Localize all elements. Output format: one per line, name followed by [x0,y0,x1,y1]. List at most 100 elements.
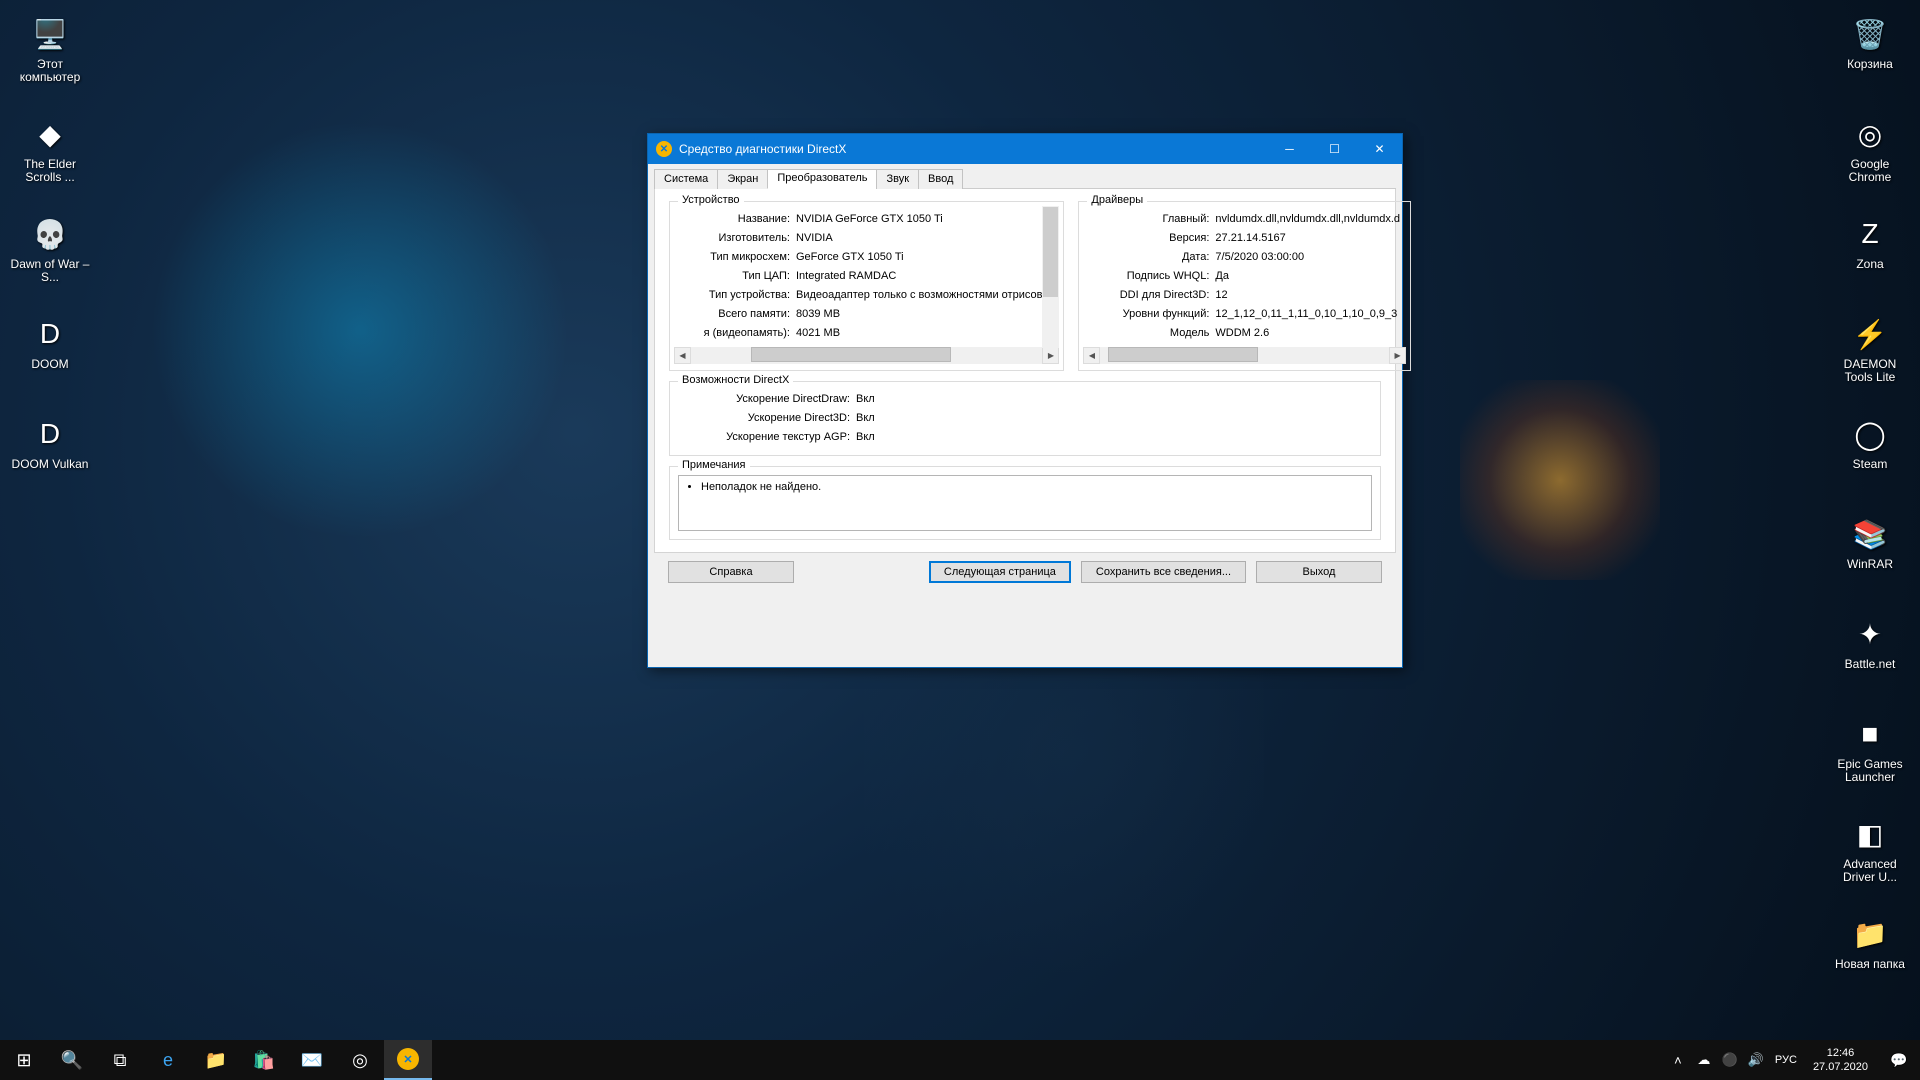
tray-language[interactable]: РУС [1769,1054,1803,1066]
icon-label: Этот компьютер [10,58,90,84]
row-key: Ускорение DirectDraw: [680,391,850,408]
row-value: NVIDIA [796,230,1053,247]
tray-clock[interactable]: 12:46 27.07.2020 [1803,1046,1878,1074]
app-icon: Z [1850,214,1890,254]
row-key: Модель [1089,325,1209,342]
desktop-icon[interactable]: ◯Steam [1830,414,1910,471]
row-key: Ускорение Direct3D: [680,410,850,427]
icon-label: The Elder Scrolls ... [10,158,90,184]
row-value: GeForce GTX 1050 Ti [796,249,1053,266]
icon-label: WinRAR [1830,558,1910,571]
desktop-icon[interactable]: ⚡DAEMON Tools Lite [1830,314,1910,384]
taskbar-chrome[interactable]: ◎ [336,1040,384,1080]
row-key: Тип устройства: [680,287,790,304]
desktop-icon[interactable]: ■Epic Games Launcher [1830,714,1910,784]
taskbar-store[interactable]: 🛍️ [240,1040,288,1080]
desktop-icon[interactable]: ZZona [1830,214,1910,271]
taskbar-explorer[interactable]: 📁 [192,1040,240,1080]
maximize-button[interactable]: ☐ [1312,134,1357,164]
tray-onedrive-icon[interactable]: ☁ [1691,1052,1717,1068]
device-vscroll[interactable] [1042,206,1059,348]
row-value: Вкл [856,410,1370,427]
tray-volume-icon[interactable]: 🔊 [1743,1052,1769,1068]
icon-label: DAEMON Tools Lite [1830,358,1910,384]
app-icon: 🖥️ [30,14,70,54]
info-row: Подпись WHQL:Да [1079,267,1410,286]
device-hscroll[interactable]: ◀ ▶ [674,347,1059,364]
taskbar-dxdiag[interactable]: ✕ [384,1040,432,1080]
desktop-icon[interactable]: DDOOM [10,314,90,371]
row-value: NVIDIA GeForce GTX 1050 Ti [796,211,1053,228]
info-row: DDI для Direct3D: 12 [1079,286,1410,305]
minimize-button[interactable]: ─ [1267,134,1312,164]
row-value: Integrated RAMDAC [796,268,1053,285]
taskbar-mail[interactable]: ✉️ [288,1040,336,1080]
scroll-left-icon[interactable]: ◀ [674,347,691,364]
desktop-icon[interactable]: DDOOM Vulkan [10,414,90,471]
scroll-right-icon[interactable]: ▶ [1042,347,1059,364]
help-button[interactable]: Справка [668,561,794,583]
scroll-right-icon[interactable]: ▶ [1389,347,1406,364]
info-row: Уровни функций:12_1,12_0,11_1,11_0,10_1,… [1079,305,1410,324]
tray-up-icon[interactable]: ˄ [1665,1053,1691,1068]
row-value: 12_1,12_0,11_1,11_0,10_1,10_0,9_3 [1215,306,1400,323]
row-key: Тип микросхем: [680,249,790,266]
row-value: 4021 MB [796,325,1053,342]
task-view-button[interactable]: ⧉ [96,1040,144,1080]
app-icon: ◎ [1850,114,1890,154]
info-row: Тип микросхем: GeForce GTX 1050 Ti [670,248,1063,267]
device-group: Устройство Название:NVIDIA GeForce GTX 1… [669,201,1064,371]
save-all-button[interactable]: Сохранить все сведения... [1081,561,1246,583]
notes-legend: Примечания [678,459,750,471]
desktop-icon[interactable]: 🖥️ Этот компьютер [10,14,90,84]
row-key: Ускорение текстур AGP: [680,429,850,446]
tab-Экран[interactable]: Экран [717,169,768,189]
search-button[interactable]: 🔍 [48,1040,96,1080]
info-row: Версия:27.21.14.5167 [1079,229,1410,248]
icon-label: DOOM [10,358,90,371]
desktop-icon[interactable]: 📁Новая папка [1830,914,1910,971]
tray-notifications-icon[interactable]: 💬 [1878,1052,1920,1069]
row-value: Вкл [856,429,1370,446]
desktop-icon[interactable]: ◎Google Chrome [1830,114,1910,184]
tab-Ввод[interactable]: Ввод [918,169,963,189]
info-row: Ускорение текстур AGP: Вкл [670,428,1380,447]
exit-button[interactable]: Выход [1256,561,1382,583]
row-value: Вкл [856,391,1370,408]
close-button[interactable]: ✕ [1357,134,1402,164]
desktop-icon[interactable]: ◧Advanced Driver U... [1830,814,1910,884]
info-row: Название:NVIDIA GeForce GTX 1050 Ti [670,210,1063,229]
row-key: Подпись WHQL: [1089,268,1209,285]
row-value: 8039 MB [796,306,1053,323]
desktop-icon[interactable]: ◆The Elder Scrolls ... [10,114,90,184]
drivers-group: Драйверы Главный:nvldumdx.dll,nvldumdx.d… [1078,201,1411,371]
tab-Преобразователь[interactable]: Преобразователь [767,169,877,189]
row-value: 12 [1215,287,1400,304]
tab-Система[interactable]: Система [654,169,718,189]
icon-label: Epic Games Launcher [1830,758,1910,784]
info-row: Тип ЦАП:Integrated RAMDAC [670,267,1063,286]
app-icon: ✦ [1850,614,1890,654]
app-icon: 🗑️ [1850,14,1890,54]
titlebar[interactable]: ✕ Средство диагностики DirectX ─ ☐ ✕ [648,134,1402,164]
icon-label: Новая папка [1830,958,1910,971]
desktop-icon[interactable]: 📚 WinRAR [1830,514,1910,571]
scroll-left-icon[interactable]: ◀ [1083,347,1100,364]
row-key: DDI для Direct3D: [1089,287,1209,304]
desktop-icon[interactable]: 💀 Dawn of War – S... [10,214,90,284]
desktop-icon[interactable]: ✦Battle.net [1830,614,1910,671]
taskbar-edge[interactable]: e [144,1040,192,1080]
app-icon: 💀 [30,214,70,254]
start-button[interactable]: ⊞ [0,1040,48,1080]
desktop-icon[interactable]: 🗑️Корзина [1830,14,1910,71]
tab-Звук[interactable]: Звук [876,169,919,189]
next-page-button[interactable]: Следующая страница [929,561,1071,583]
icon-label: Dawn of War – S... [10,258,90,284]
icon-label: DOOM Vulkan [10,458,90,471]
drivers-hscroll[interactable]: ◀ ▶ [1083,347,1406,364]
notes-box: Неполадок не найдено. [678,475,1372,531]
dxdiag-window: ✕ Средство диагностики DirectX ─ ☐ ✕ Сис… [647,133,1403,668]
tray-network-icon[interactable]: ⚫ [1717,1052,1743,1068]
app-icon: ◯ [1850,414,1890,454]
app-icon: 📚 [1850,514,1890,554]
